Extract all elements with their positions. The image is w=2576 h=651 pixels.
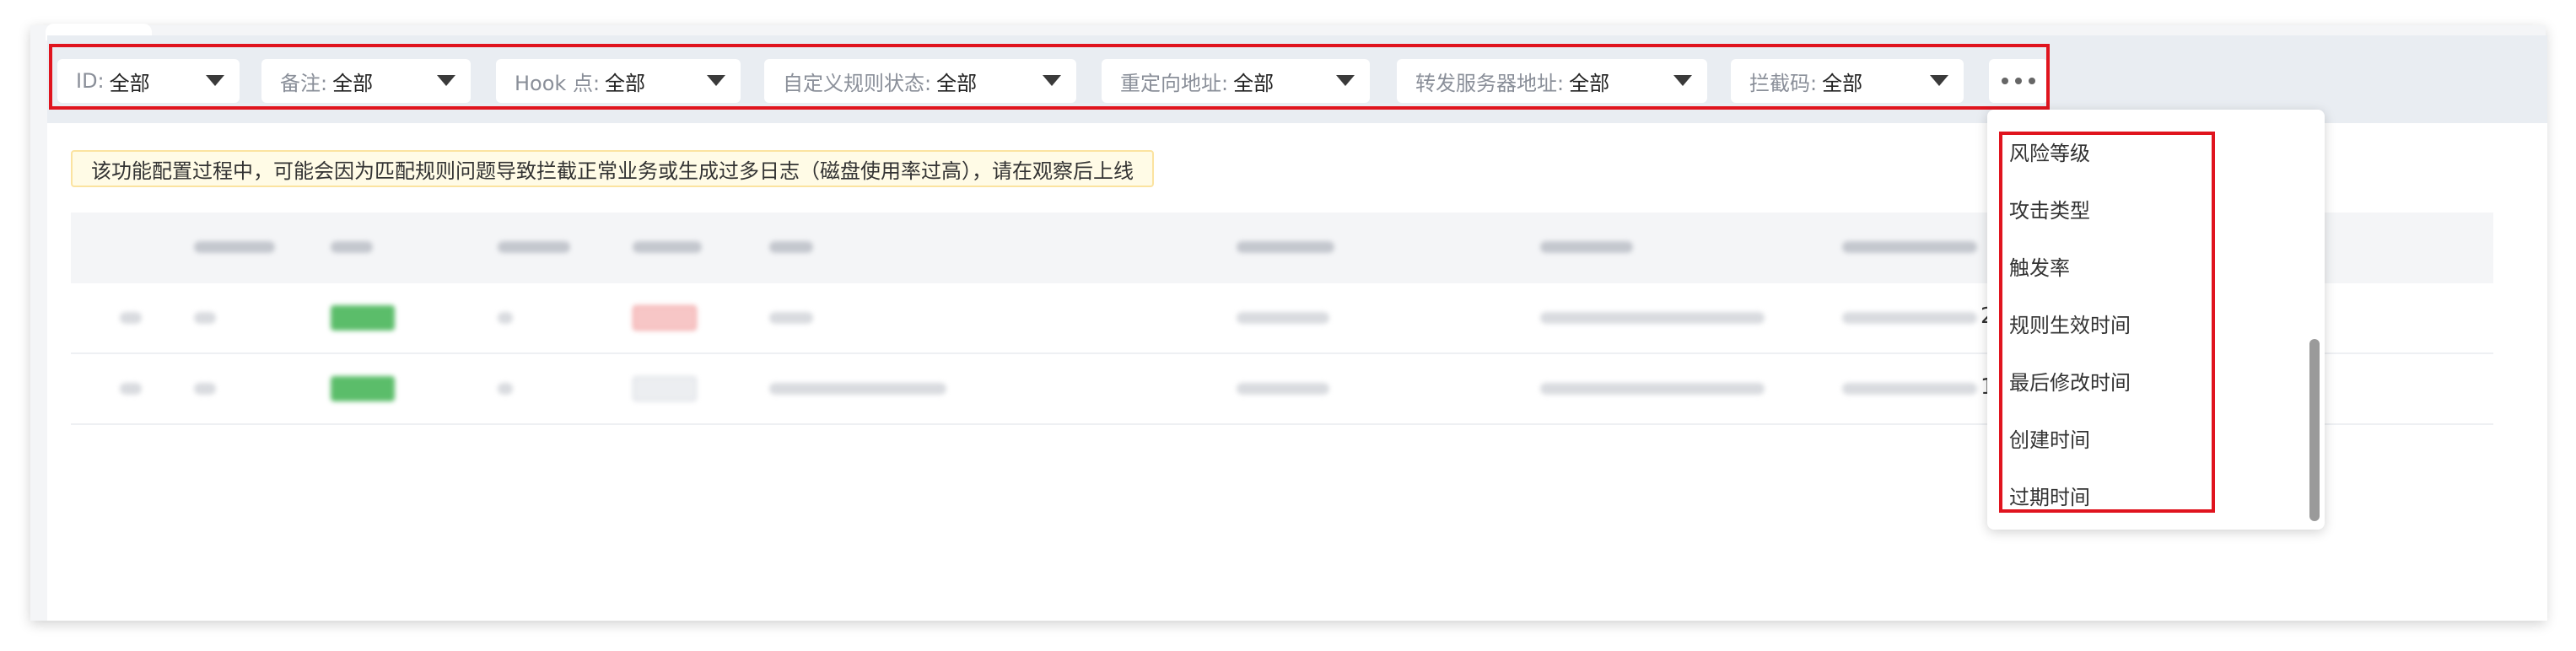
dropdown-item-risk-level[interactable]: 风险等级 — [2009, 137, 2090, 166]
column-header — [1237, 241, 1334, 253]
dropdown-item-expire-time[interactable]: 过期时间 — [2009, 481, 2090, 510]
column-header — [194, 241, 275, 253]
status-tag — [633, 305, 697, 331]
status-tag — [633, 376, 697, 401]
table-cell — [1842, 312, 1977, 324]
column-header — [769, 241, 813, 253]
more-filters-dropdown: 风险等级 攻击类型 触发率 规则生效时间 最后修改时间 创建时间 过期时间 — [1987, 110, 2325, 530]
status-tag — [331, 305, 395, 331]
table-cell — [769, 383, 946, 395]
table-cell — [498, 312, 513, 324]
filter-bar-highlight — [49, 44, 2050, 110]
table-cell — [498, 383, 513, 395]
status-tag — [331, 376, 395, 401]
dropdown-item-last-modified-time[interactable]: 最后修改时间 — [2009, 366, 2131, 395]
column-header — [1842, 241, 1977, 253]
table-cell — [1540, 312, 1765, 324]
dropdown-item-rule-effective-time[interactable]: 规则生效时间 — [2009, 309, 2131, 338]
dropdown-item-attack-type[interactable]: 攻击类型 — [2009, 194, 2090, 223]
table-cell — [1237, 383, 1329, 395]
column-header — [633, 241, 702, 253]
table-cell — [120, 383, 142, 395]
column-header — [331, 241, 373, 253]
dropdown-scrollbar[interactable] — [2309, 339, 2320, 521]
table-cell — [1842, 383, 1977, 395]
table-cell — [194, 312, 216, 324]
table-cell — [769, 312, 813, 324]
warning-banner: 该功能配置过程中，可能会因为匹配规则问题导致拦截正常业务或生成过多日志（磁盘使用… — [71, 150, 1154, 187]
column-header — [1540, 241, 1633, 253]
dropdown-item-created-time[interactable]: 创建时间 — [2009, 423, 2090, 453]
table-cell — [120, 312, 142, 324]
dropdown-item-trigger-rate[interactable]: 触发率 — [2009, 251, 2070, 281]
table-cell — [194, 383, 216, 395]
table-cell — [1237, 312, 1329, 324]
column-header — [498, 241, 570, 253]
table-cell — [1540, 383, 1765, 395]
